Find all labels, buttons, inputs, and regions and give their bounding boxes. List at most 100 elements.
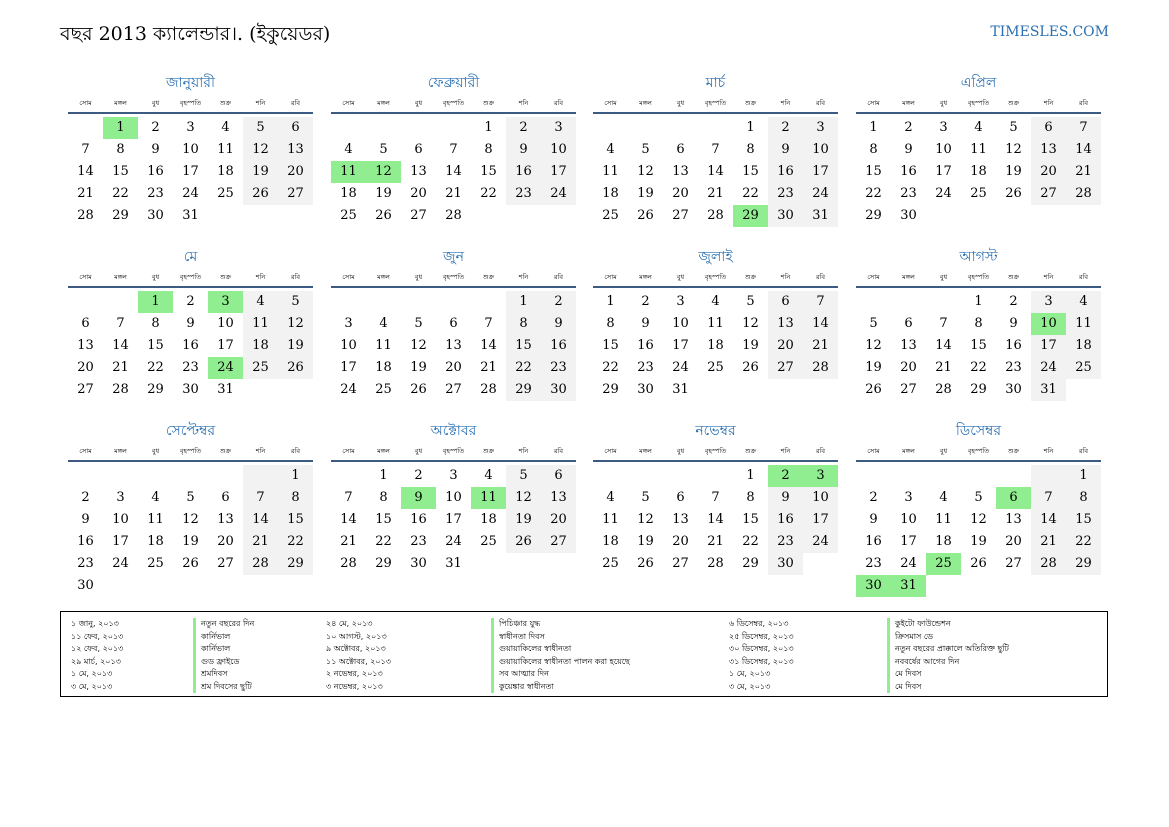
- weekday-label: রবি: [1078, 447, 1089, 455]
- day-cell: 26: [637, 556, 654, 571]
- day-cell: 25: [217, 186, 234, 201]
- day-cell: 30: [768, 205, 803, 227]
- day-cell: 31: [672, 382, 689, 397]
- day-cell: 7: [711, 490, 720, 505]
- empty-cell: [138, 465, 173, 487]
- empty-cell: [366, 117, 401, 139]
- day-cell: 25: [1066, 357, 1101, 379]
- day-cell: 13: [900, 338, 917, 353]
- day-cell: 31: [891, 575, 926, 597]
- month-name: ডিসেম্বর: [955, 423, 1002, 439]
- day-cell: 18: [970, 164, 987, 179]
- day-cell: 7: [803, 291, 838, 313]
- weekday-label: সোম: [604, 447, 617, 455]
- day-cell: 27: [410, 208, 427, 223]
- day-cell: 15: [278, 509, 313, 531]
- day-cell: 15: [506, 335, 541, 357]
- day-cell: 3: [1031, 291, 1066, 313]
- day-cell: 12: [637, 512, 654, 527]
- weekday-header: সোম মঙ্গল বুধ বৃহস্পতি শুক্র শনি রবি: [68, 98, 313, 114]
- day-cell: 17: [672, 338, 689, 353]
- weekday-label: শুক্র: [1007, 99, 1020, 107]
- day-cell: 22: [1066, 531, 1101, 553]
- day-cell: 30: [637, 382, 654, 397]
- day-cell: 19: [278, 335, 313, 357]
- day-cell: 10: [672, 316, 689, 331]
- day-cell: 19: [637, 534, 654, 549]
- day-cell: 11: [331, 161, 366, 183]
- weekday-label: রবি: [815, 273, 826, 281]
- weekday-label: শুক্র: [1007, 447, 1020, 455]
- day-cell: 2: [541, 291, 576, 313]
- day-cell: 8: [116, 142, 125, 157]
- weekday-label: শুক্র: [482, 447, 495, 455]
- day-cell: 29: [147, 382, 164, 397]
- holiday-date: ২৫ ডিসেম্বর, ২০১৩: [729, 631, 794, 641]
- day-cell: 24: [182, 186, 199, 201]
- holiday-name: কুইটো ফাউন্ডেশন: [895, 619, 951, 628]
- day-cell: 18: [243, 335, 278, 357]
- site-link[interactable]: TIMESLES.COM: [990, 24, 1109, 40]
- day-cell: 14: [707, 164, 724, 179]
- day-cell: 22: [112, 186, 129, 201]
- weekday-label: রবি: [290, 447, 301, 455]
- day-cell: 5: [974, 490, 983, 505]
- empty-cell: [331, 465, 366, 487]
- holiday-list: ১ জানু, ২০১৩ ১১ ফেব, ২০১৩ ১২ ফেব, ২০১৩ ২…: [60, 611, 1108, 697]
- empty-cell: [996, 465, 1031, 487]
- weekday-label: বুধ: [151, 99, 160, 107]
- empty-cell: [103, 465, 138, 487]
- day-cell: 29: [112, 208, 129, 223]
- weekday-label: বুধ: [676, 447, 685, 455]
- day-cell: 28: [445, 208, 462, 223]
- day-cell: 9: [641, 316, 650, 331]
- weekday-label: বুধ: [151, 447, 160, 455]
- day-cell: 27: [445, 382, 462, 397]
- day-cell: 8: [379, 490, 388, 505]
- weekday-label: শুক্র: [1007, 273, 1020, 281]
- day-cell: 19: [410, 360, 427, 375]
- weekday-label: মঙ্গল: [639, 273, 652, 281]
- day-cell: 2: [414, 468, 423, 483]
- day-cell: 4: [151, 490, 160, 505]
- weekday-label: বুধ: [939, 447, 948, 455]
- day-cell: 11: [935, 512, 952, 527]
- day-cell: 21: [935, 360, 952, 375]
- day-cell: 17: [541, 161, 576, 183]
- day-cell: 2: [768, 465, 803, 487]
- day-cell: 1: [484, 120, 493, 135]
- day-cell: 16: [637, 338, 654, 353]
- day-cell: 9: [506, 139, 541, 161]
- day-cell: 19: [182, 534, 199, 549]
- day-cell: 11: [147, 512, 164, 527]
- day-cell: 8: [606, 316, 615, 331]
- day-cell: 17: [217, 338, 234, 353]
- day-cell: 16: [147, 164, 164, 179]
- day-cell: 6: [449, 316, 458, 331]
- day-cell: 15: [742, 512, 759, 527]
- day-cell: 18: [602, 534, 619, 549]
- day-cell: 29: [375, 556, 392, 571]
- day-cell: 25: [340, 208, 357, 223]
- month-calendar: মে সোম মঙ্গল বুধ বৃহস্পতি শুক্র শনি রবি 1 2 3 4 5 6 7 8…: [68, 246, 313, 401]
- day-cell: 6: [221, 490, 230, 505]
- day-cell: 19: [243, 161, 278, 183]
- day-cell: 25: [926, 553, 961, 575]
- day-grid: 1 2 3 4 5 6 7 8 9 10 11 12 13 14 15 16 17 18 19 20 21 22 23 24 2…: [331, 291, 576, 401]
- day-cell: 3: [344, 316, 353, 331]
- empty-cell: [926, 465, 961, 487]
- day-cell: 25: [243, 357, 278, 379]
- day-cell: 20: [768, 335, 803, 357]
- day-cell: 31: [217, 382, 234, 397]
- day-cell: 17: [1031, 335, 1066, 357]
- day-cell: 23: [541, 357, 576, 379]
- day-cell: 21: [707, 186, 724, 201]
- day-cell: 4: [606, 142, 615, 157]
- holiday-name: নতুন বছরের প্রাক্কালে অতিরিক্ত ছুটি: [895, 644, 1009, 653]
- day-cell: 10: [1031, 313, 1066, 335]
- day-cell: 4: [711, 294, 720, 309]
- day-cell: 11: [375, 338, 392, 353]
- day-cell: 14: [935, 338, 952, 353]
- day-cell: 20: [672, 534, 689, 549]
- day-cell: 3: [904, 490, 913, 505]
